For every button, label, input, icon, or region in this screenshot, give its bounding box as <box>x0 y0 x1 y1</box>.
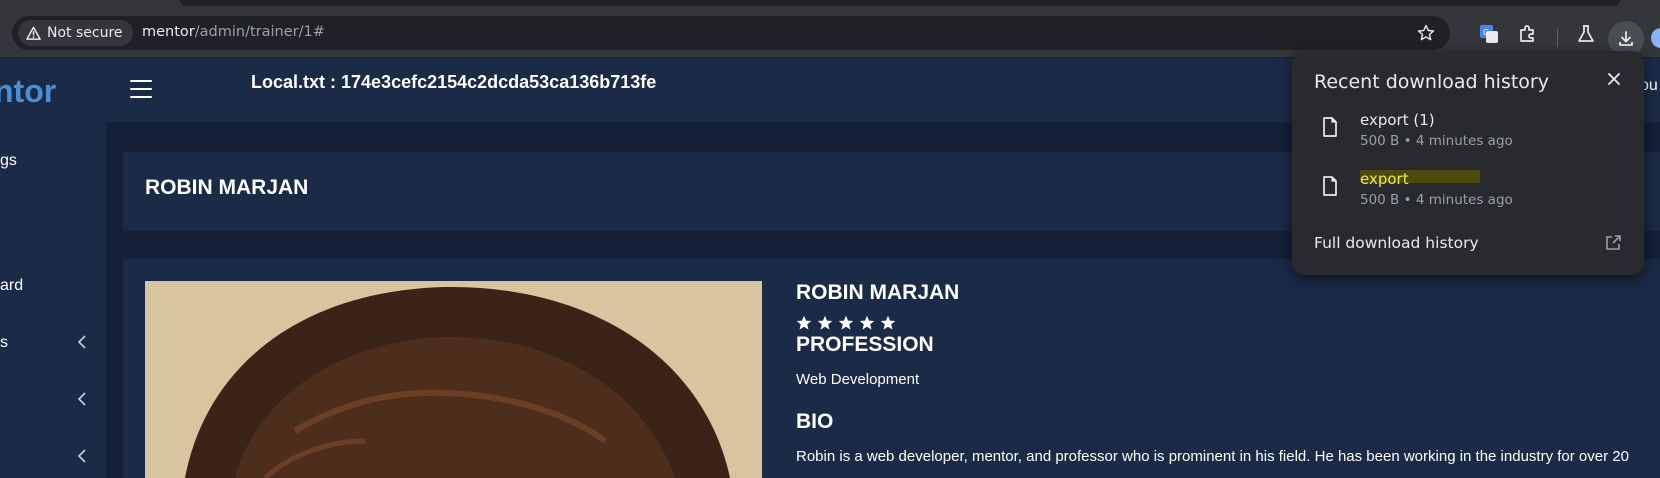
toolbar-separator <box>1557 29 1558 47</box>
trainer-name: ROBIN MARJAN <box>796 281 960 304</box>
star-icon <box>796 315 812 330</box>
download-filename: export <box>1360 170 1409 188</box>
translate-extension-icon[interactable]: G <box>1478 23 1500 45</box>
open-in-new-icon[interactable] <box>1604 234 1622 252</box>
rating-stars <box>796 315 1656 331</box>
profession-heading: PROFESSION <box>796 333 934 356</box>
file-icon <box>1323 176 1337 196</box>
extensions-puzzle-icon[interactable] <box>1516 23 1538 45</box>
url-host: mentor <box>142 24 195 40</box>
warning-icon <box>26 26 41 40</box>
download-filename: export (1) <box>1360 111 1435 129</box>
download-history-popup: Recent download history export (1) 500 B… <box>1292 51 1644 275</box>
labs-flask-icon[interactable] <box>1575 23 1597 45</box>
star-icon <box>817 315 833 330</box>
sidebar-item-collapsible[interactable]: s <box>0 334 8 352</box>
download-meta: 500 B • 4 minutes ago <box>1360 192 1513 208</box>
chevron-left-icon[interactable] <box>76 449 88 463</box>
profile-avatar[interactable] <box>1651 28 1660 48</box>
download-item[interactable]: export 500 B • 4 minutes ago <box>1292 162 1644 218</box>
trainer-detail-card: ROBIN MARJAN PROFESSION Web Development … <box>123 259 1660 478</box>
bio-text: Robin is a web developer, mentor, and pr… <box>796 448 1629 465</box>
bookmark-star-icon[interactable] <box>1416 23 1436 43</box>
security-label: Not secure <box>47 25 123 41</box>
star-icon <box>859 315 875 330</box>
chevron-left-icon[interactable] <box>76 392 88 406</box>
browser-tabstrip <box>0 0 1660 8</box>
download-meta: 500 B • 4 minutes ago <box>1360 133 1513 149</box>
brand-logo-text[interactable]: ntor <box>0 73 56 110</box>
star-icon <box>880 315 896 330</box>
address-bar[interactable]: Not secure mentor/admin/trainer/1# <box>12 16 1450 50</box>
svg-text:G: G <box>1483 28 1489 37</box>
active-tab-edge <box>180 0 1620 6</box>
profession-value: Web Development <box>796 371 920 388</box>
hamburger-menu-icon[interactable] <box>130 80 152 98</box>
trainer-photo <box>145 281 762 478</box>
download-item[interactable]: export (1) 500 B • 4 minutes ago <box>1292 103 1644 159</box>
local-txt-banner: Local.txt : 174e3cefc2154c2dcda53ca136b7… <box>251 72 657 92</box>
sidebar: gs ard s <box>0 122 106 478</box>
bio-heading: BIO <box>796 410 834 433</box>
sidebar-item-dashboard[interactable]: ard <box>0 277 23 295</box>
url-text[interactable]: mentor/admin/trainer/1# <box>142 24 325 40</box>
star-icon <box>838 315 854 330</box>
page-title: ROBIN MARJAN <box>145 176 309 199</box>
security-chip[interactable]: Not secure <box>18 20 133 46</box>
trainer-info: ROBIN MARJAN PROFESSION Web Development … <box>796 281 1656 465</box>
url-path: /admin/trainer/1# <box>194 24 325 40</box>
close-icon[interactable] <box>1606 71 1622 87</box>
file-icon <box>1323 117 1337 137</box>
download-popup-title: Recent download history <box>1314 71 1549 93</box>
download-icon <box>1619 31 1633 46</box>
sidebar-item-settings[interactable]: gs <box>0 152 17 170</box>
chevron-left-icon[interactable] <box>76 335 88 349</box>
full-download-history-link[interactable]: Full download history <box>1314 234 1479 252</box>
